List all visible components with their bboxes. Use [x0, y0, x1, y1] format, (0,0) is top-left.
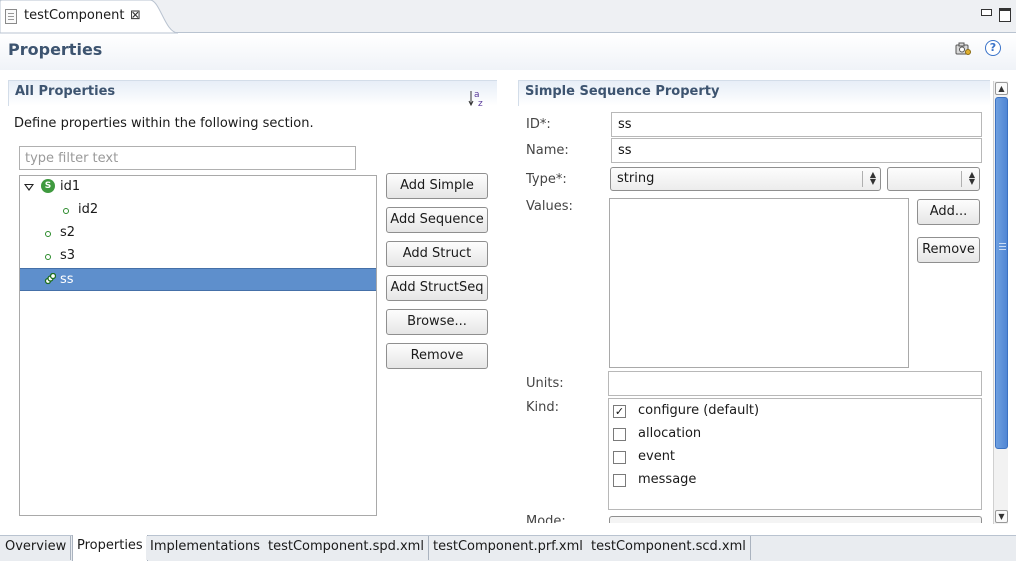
add-struct-button[interactable]: Add Struct: [386, 241, 488, 267]
maximize-icon[interactable]: [998, 7, 1011, 22]
simple-property-icon: [45, 254, 51, 260]
tab-implementations[interactable]: Implementations: [146, 536, 265, 560]
section-description: Define properties within the following s…: [14, 116, 314, 131]
add-simple-button[interactable]: Add Simple: [386, 173, 488, 199]
mode-select[interactable]: [609, 516, 982, 523]
tree-item-s3[interactable]: s3: [20, 245, 376, 268]
scroll-up-icon[interactable]: ▲: [995, 82, 1008, 95]
grip-icon: [999, 243, 1006, 250]
editor-tab-testcomponent[interactable]: testComponent ⊠: [0, 0, 178, 34]
type-select[interactable]: string ▲ ▼: [610, 167, 881, 191]
add-sequence-button[interactable]: Add Sequence: [386, 207, 488, 233]
checkbox-checked[interactable]: ✓: [613, 405, 626, 418]
remove-property-button[interactable]: Remove: [386, 343, 488, 369]
detail-header: Simple Sequence Property: [518, 80, 990, 106]
tree-item-label: s2: [60, 225, 76, 240]
property-tree[interactable]: S id1 id2 s2 s3 ss: [19, 175, 377, 516]
vertical-scrollbar[interactable]: ▲ ▼: [993, 81, 1008, 524]
kind-option-label: allocation: [638, 426, 702, 441]
file-icon: [5, 9, 17, 24]
tab-prf-xml[interactable]: testComponent.prf.xml: [429, 536, 588, 560]
tree-item-id1[interactable]: S id1: [20, 176, 376, 199]
minimize-icon[interactable]: [980, 7, 992, 19]
add-value-button[interactable]: Add...: [917, 199, 980, 225]
select-arrows-icon: ▲ ▼: [961, 171, 975, 187]
kind-option-label: configure (default): [638, 403, 760, 418]
type-label: Type*:: [526, 172, 567, 187]
remove-value-button[interactable]: Remove: [917, 237, 980, 263]
select-arrows-icon: ▲ ▼: [862, 171, 876, 187]
scroll-thumb[interactable]: [995, 97, 1008, 449]
tab-spd-xml[interactable]: testComponent.spd.xml: [264, 536, 429, 560]
browse-button[interactable]: Browse...: [386, 309, 488, 335]
tree-item-label: id1: [60, 179, 81, 194]
tab-properties[interactable]: Properties: [72, 535, 148, 561]
tab-overview[interactable]: Overview: [1, 536, 72, 560]
page-title: Properties: [8, 40, 103, 59]
simple-sequence-property-icon: [44, 273, 56, 285]
kind-option-label: message: [638, 472, 697, 487]
form-header: Properties: [0, 34, 1016, 70]
add-structseq-button[interactable]: Add StructSeq: [386, 275, 488, 301]
svg-text:z: z: [478, 99, 483, 107]
values-list[interactable]: [609, 198, 909, 368]
all-properties-header: All Properties: [8, 80, 497, 106]
simple-property-icon: [63, 208, 69, 214]
tab-scd-xml[interactable]: testComponent.scd.xml: [587, 536, 751, 560]
sort-alpha-icon[interactable]: a z: [468, 89, 486, 107]
struct-property-icon: S: [41, 179, 55, 193]
detail-title: Simple Sequence Property: [525, 84, 720, 99]
close-icon[interactable]: ⊠: [130, 8, 141, 23]
kind-label: Kind:: [526, 400, 560, 415]
tree-item-label: s3: [60, 248, 76, 263]
checkbox[interactable]: [613, 451, 626, 464]
filter-input[interactable]: [19, 146, 356, 170]
camera-settings-icon[interactable]: [955, 40, 971, 56]
help-icon[interactable]: ?: [985, 40, 1001, 56]
id-label: ID*:: [526, 117, 551, 132]
expand-toggle-icon[interactable]: [24, 184, 34, 191]
tree-item-label: id2: [78, 202, 99, 217]
mode-label: Mode:: [526, 514, 566, 523]
editor-tab-strip: testComponent ⊠: [0, 0, 1016, 34]
tree-item-label: ss: [60, 272, 74, 287]
type-select-value: string: [617, 171, 655, 186]
tree-item-id2[interactable]: id2: [20, 199, 376, 222]
name-label: Name:: [526, 143, 569, 158]
checkbox[interactable]: [613, 428, 626, 441]
checkbox[interactable]: [613, 474, 626, 487]
editor-page-tabs: Overview Properties Implementations test…: [0, 535, 1016, 561]
editor-tab-label: testComponent: [24, 8, 125, 23]
units-field[interactable]: [608, 371, 982, 396]
all-properties-title: All Properties: [15, 84, 116, 99]
tree-item-ss[interactable]: ss: [20, 268, 376, 291]
scroll-down-icon[interactable]: ▼: [995, 510, 1008, 523]
kind-checklist: ✓ configure (default) allocation event m…: [608, 398, 982, 510]
type-modifier-select[interactable]: ▲ ▼: [887, 167, 980, 191]
name-field[interactable]: ss: [611, 138, 982, 163]
simple-property-icon: [45, 231, 51, 237]
tree-item-s2[interactable]: s2: [20, 222, 376, 245]
id-field[interactable]: ss: [611, 112, 982, 137]
values-label: Values:: [526, 199, 573, 214]
units-label: Units:: [526, 376, 564, 391]
kind-option-label: event: [638, 449, 676, 464]
